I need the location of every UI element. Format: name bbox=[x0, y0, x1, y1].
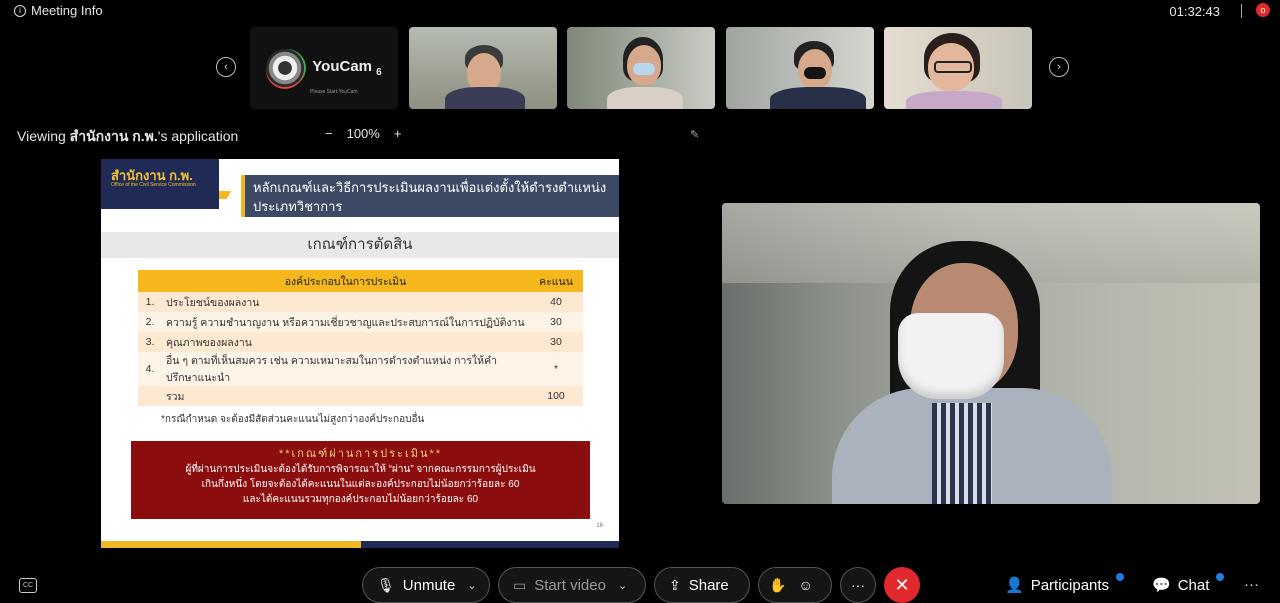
criteria-note: *กรณีกำหนด จะต้องมีสัดส่วนคะแนนไม่สูงกว่… bbox=[161, 414, 425, 425]
thumbnails-prev-button[interactable]: ‹ bbox=[216, 57, 236, 77]
slide-footer-navy bbox=[361, 541, 619, 548]
reactions-group: ✋ ☺ bbox=[758, 567, 832, 603]
table-row: 4. อื่น ๆ ตามที่เห็นสมควร เช่น ความเหมาะ… bbox=[138, 352, 583, 386]
zoom-level: 100% bbox=[346, 126, 380, 141]
chat-label: Chat bbox=[1177, 576, 1210, 594]
table-header-score: คะแนน bbox=[529, 270, 583, 292]
participants-button[interactable]: 👤 Participants bbox=[1005, 573, 1125, 594]
share-button[interactable]: ⇪ Share bbox=[654, 567, 750, 603]
participants-label: Participants bbox=[1030, 576, 1110, 594]
viewing-owner: สำนักงาน ก.พ. bbox=[69, 128, 158, 144]
meeting-info-button[interactable]: i Meeting Info bbox=[14, 3, 103, 18]
chevron-down-icon[interactable]: ⌄ bbox=[618, 579, 627, 592]
start-video-label: Start video bbox=[534, 576, 606, 594]
annotate-icon[interactable]: ✎ bbox=[690, 128, 699, 141]
zoom-controls: − 100% + bbox=[325, 126, 401, 141]
table-row: 2. ความรู้ ความชำนาญงาน หรือความเชี่ยวชา… bbox=[138, 312, 583, 332]
video-off-icon: ▭ bbox=[513, 576, 527, 593]
recording-icon[interactable]: o bbox=[1256, 3, 1270, 17]
meeting-info-label: Meeting Info bbox=[31, 3, 103, 18]
chat-button[interactable]: 💬 Chat bbox=[1152, 573, 1225, 594]
unmute-label: Unmute bbox=[402, 576, 456, 594]
participants-icon: 👤 bbox=[1005, 577, 1024, 594]
divider bbox=[1241, 4, 1242, 18]
info-icon: i bbox=[14, 4, 26, 17]
chat-notification-dot bbox=[1216, 573, 1225, 581]
youcam-version: 6 bbox=[376, 67, 382, 78]
chevron-right-icon: › bbox=[1057, 61, 1061, 73]
pass-criteria-title: **เกณฑ์ผ่านการประเมิน** bbox=[278, 448, 443, 460]
closed-captions-icon[interactable]: CC bbox=[19, 578, 37, 593]
youcam-brand: YouCam bbox=[312, 58, 372, 75]
viewing-suffix: 's application bbox=[157, 128, 239, 144]
slide-title-line1: หลักเกณฑ์และวิธีการประเมินผลงานเพื่อแต่ง… bbox=[253, 180, 607, 214]
close-icon: ✕ bbox=[894, 574, 910, 595]
pass-criteria-line1: ผู้ที่ผ่านการประเมินจะต้องได้รับการพิจาร… bbox=[185, 464, 536, 475]
share-screen-icon: ⇪ bbox=[669, 576, 681, 593]
thumbnails-next-button[interactable]: › bbox=[1049, 57, 1069, 77]
leave-meeting-button[interactable]: ✕ bbox=[884, 567, 920, 603]
table-header-item: องค์ประกอบในการประเมิน bbox=[162, 270, 529, 292]
slide-footer-gold bbox=[101, 541, 361, 548]
active-speaker-video[interactable] bbox=[722, 203, 1260, 504]
viewing-label: Viewing สำนักงาน ก.พ.'s application bbox=[17, 126, 238, 148]
table-row-total: รวม 100 bbox=[138, 386, 583, 406]
logo-subtext: Office of the Civil Service Commission bbox=[111, 182, 196, 188]
slide-logo: สำนักงาน ก.พ. Office of the Civil Servic… bbox=[101, 159, 219, 209]
microphone-muted-icon: 🎙 bbox=[377, 576, 395, 593]
pass-criteria-box: **เกณฑ์ผ่านการประเมิน** ผู้ที่ผ่านการประ… bbox=[131, 441, 590, 519]
criteria-heading: เกณฑ์การตัดสิน bbox=[101, 232, 619, 258]
participant-thumbnail-youcam[interactable]: YouCam 6 Please Start YouCam bbox=[250, 27, 398, 109]
meeting-timer: 01:32:43 bbox=[1169, 4, 1220, 19]
more-icon: ··· bbox=[851, 577, 865, 593]
chevron-down-icon[interactable]: ⌄ bbox=[467, 579, 476, 592]
start-video-button[interactable]: ▭ Start video ⌄ bbox=[498, 567, 646, 603]
slide-title-box: หลักเกณฑ์และวิธีการประเมินผลงานเพื่อแต่ง… bbox=[241, 175, 619, 233]
pass-criteria-line3: และได้คะแนนรวมทุกองค์ประกอบไม่น้อยกว่าร้… bbox=[242, 494, 479, 505]
criteria-table: องค์ประกอบในการประเมิน คะแนน 1. ประโยชน์… bbox=[138, 270, 583, 406]
participants-notification-dot bbox=[1116, 573, 1125, 581]
emoji-reaction-icon[interactable]: ☺ bbox=[798, 577, 812, 593]
participant-thumbnail-4[interactable] bbox=[884, 27, 1032, 109]
youcam-logo-icon bbox=[266, 49, 305, 87]
zoom-in-button[interactable]: + bbox=[394, 126, 402, 141]
participant-thumbnail-2[interactable] bbox=[567, 27, 715, 109]
shared-content-slide: สำนักงาน ก.พ. Office of the Civil Servic… bbox=[101, 159, 619, 548]
table-row: 3. คุณภาพของผลงาน 30 bbox=[138, 332, 583, 352]
chevron-left-icon: ‹ bbox=[224, 61, 228, 73]
viewing-prefix: Viewing bbox=[17, 128, 66, 144]
share-label: Share bbox=[688, 576, 729, 594]
raise-hand-icon[interactable]: ✋ bbox=[769, 577, 786, 594]
slide-page-number: 16 bbox=[596, 523, 603, 529]
table-row: 1. ประโยชน์ของผลงาน 40 bbox=[138, 292, 583, 312]
zoom-out-button[interactable]: − bbox=[325, 126, 333, 141]
participant-thumbnail-3[interactable] bbox=[726, 27, 874, 109]
more-options-button[interactable]: ··· bbox=[840, 567, 876, 603]
more-panels-button[interactable]: ··· bbox=[1244, 576, 1259, 593]
pass-criteria-line2: เกินกึ่งหนึ่ง โดยจะต้องได้คะแนนในแต่ละอง… bbox=[201, 479, 520, 490]
unmute-button[interactable]: 🎙 Unmute ⌄ bbox=[362, 567, 490, 603]
youcam-caption: Please Start YouCam bbox=[310, 89, 358, 95]
participant-thumbnail-1[interactable] bbox=[409, 27, 557, 109]
chat-icon: 💬 bbox=[1152, 577, 1171, 594]
